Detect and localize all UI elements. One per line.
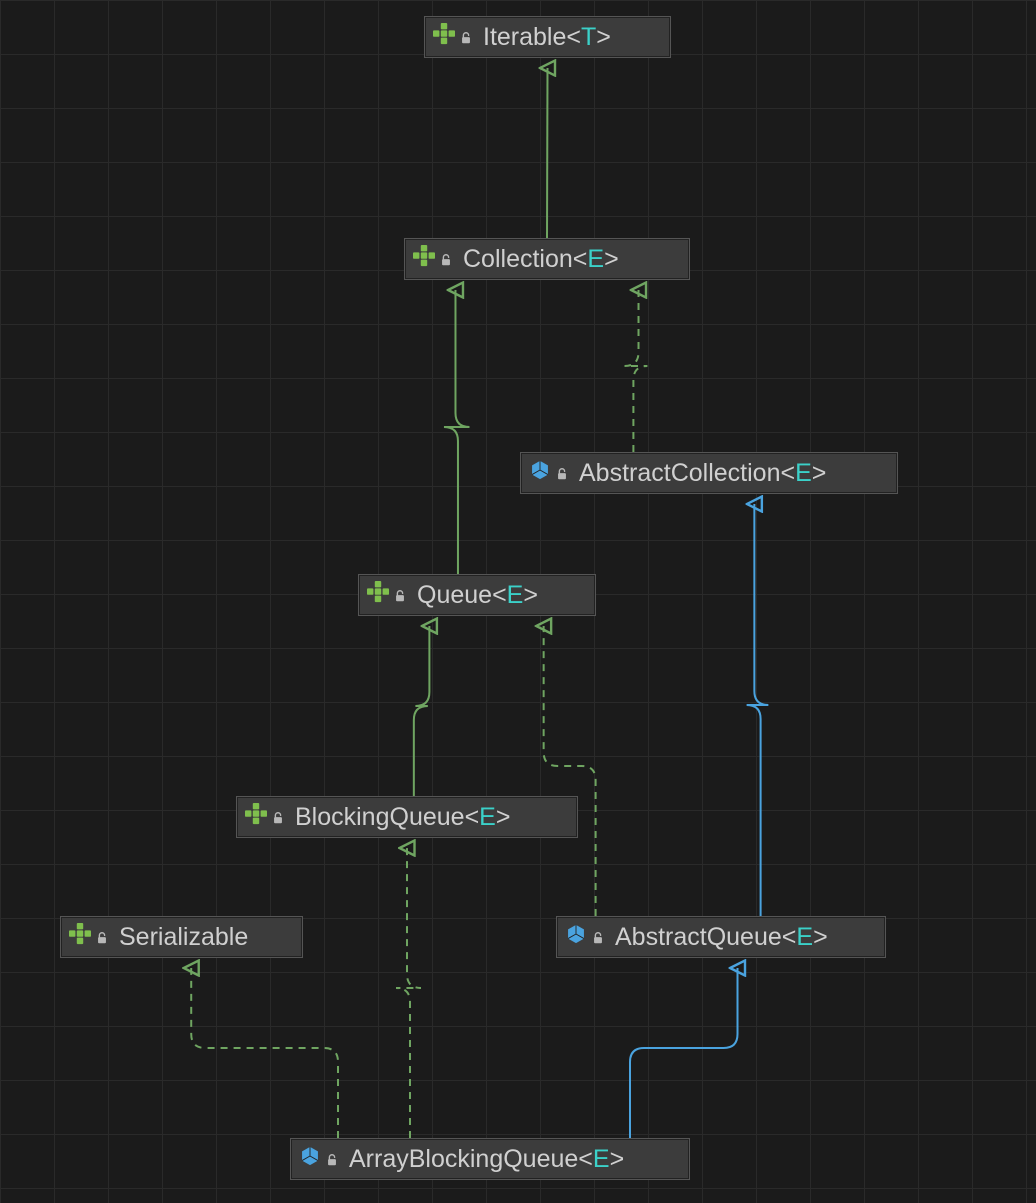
- node-queue[interactable]: Queue<E>: [358, 574, 596, 616]
- node-iterable[interactable]: Iterable<T>: [424, 16, 671, 58]
- type-parameter: E: [587, 245, 604, 274]
- generic-open: <: [578, 1145, 593, 1174]
- type-name: BlockingQueue: [295, 803, 465, 832]
- generic-open: <: [573, 245, 588, 274]
- generic-open: <: [465, 803, 480, 832]
- node-arrayblockingqueue[interactable]: ArrayBlockingQueue<E>: [290, 1138, 690, 1180]
- generic-close: >: [813, 923, 828, 952]
- type-name: Serializable: [119, 923, 248, 952]
- lock-icon: [437, 245, 453, 274]
- interface-icon: [367, 581, 389, 610]
- interface-icon: [245, 803, 267, 832]
- generic-open: <: [780, 459, 795, 488]
- type-name: Collection: [463, 245, 573, 274]
- generic-close: >: [812, 459, 827, 488]
- generic-open: <: [566, 23, 581, 52]
- type-parameter: E: [507, 581, 524, 610]
- interface-icon: [69, 923, 91, 952]
- lock-icon: [553, 459, 569, 488]
- class-icon: [565, 923, 587, 952]
- generic-close: >: [604, 245, 619, 274]
- node-abstractqueue[interactable]: AbstractQueue<E>: [556, 916, 886, 958]
- class-icon: [299, 1145, 321, 1174]
- type-name: Iterable: [483, 23, 566, 52]
- lock-icon: [269, 803, 285, 832]
- node-blockingqueue[interactable]: BlockingQueue<E>: [236, 796, 578, 838]
- type-name: AbstractQueue: [615, 923, 782, 952]
- generic-close: >: [596, 23, 611, 52]
- type-parameter: E: [593, 1145, 610, 1174]
- node-serializable[interactable]: Serializable: [60, 916, 303, 958]
- type-parameter: E: [795, 459, 812, 488]
- class-icon: [529, 459, 551, 488]
- generic-close: >: [496, 803, 511, 832]
- interface-icon: [433, 23, 455, 52]
- lock-icon: [589, 923, 605, 952]
- generic-open: <: [492, 581, 507, 610]
- type-parameter: E: [796, 923, 813, 952]
- generic-close: >: [523, 581, 538, 610]
- type-name: Queue: [417, 581, 492, 610]
- lock-icon: [457, 23, 473, 52]
- lock-icon: [391, 581, 407, 610]
- generic-close: >: [610, 1145, 625, 1174]
- type-parameter: E: [479, 803, 496, 832]
- node-collection[interactable]: Collection<E>: [404, 238, 690, 280]
- type-name: AbstractCollection: [579, 459, 780, 488]
- generic-open: <: [782, 923, 797, 952]
- interface-icon: [413, 245, 435, 274]
- type-parameter: T: [581, 23, 596, 52]
- node-abstractcollection[interactable]: AbstractCollection<E>: [520, 452, 898, 494]
- lock-icon: [93, 923, 109, 952]
- type-name: ArrayBlockingQueue: [349, 1145, 578, 1174]
- lock-icon: [323, 1145, 339, 1174]
